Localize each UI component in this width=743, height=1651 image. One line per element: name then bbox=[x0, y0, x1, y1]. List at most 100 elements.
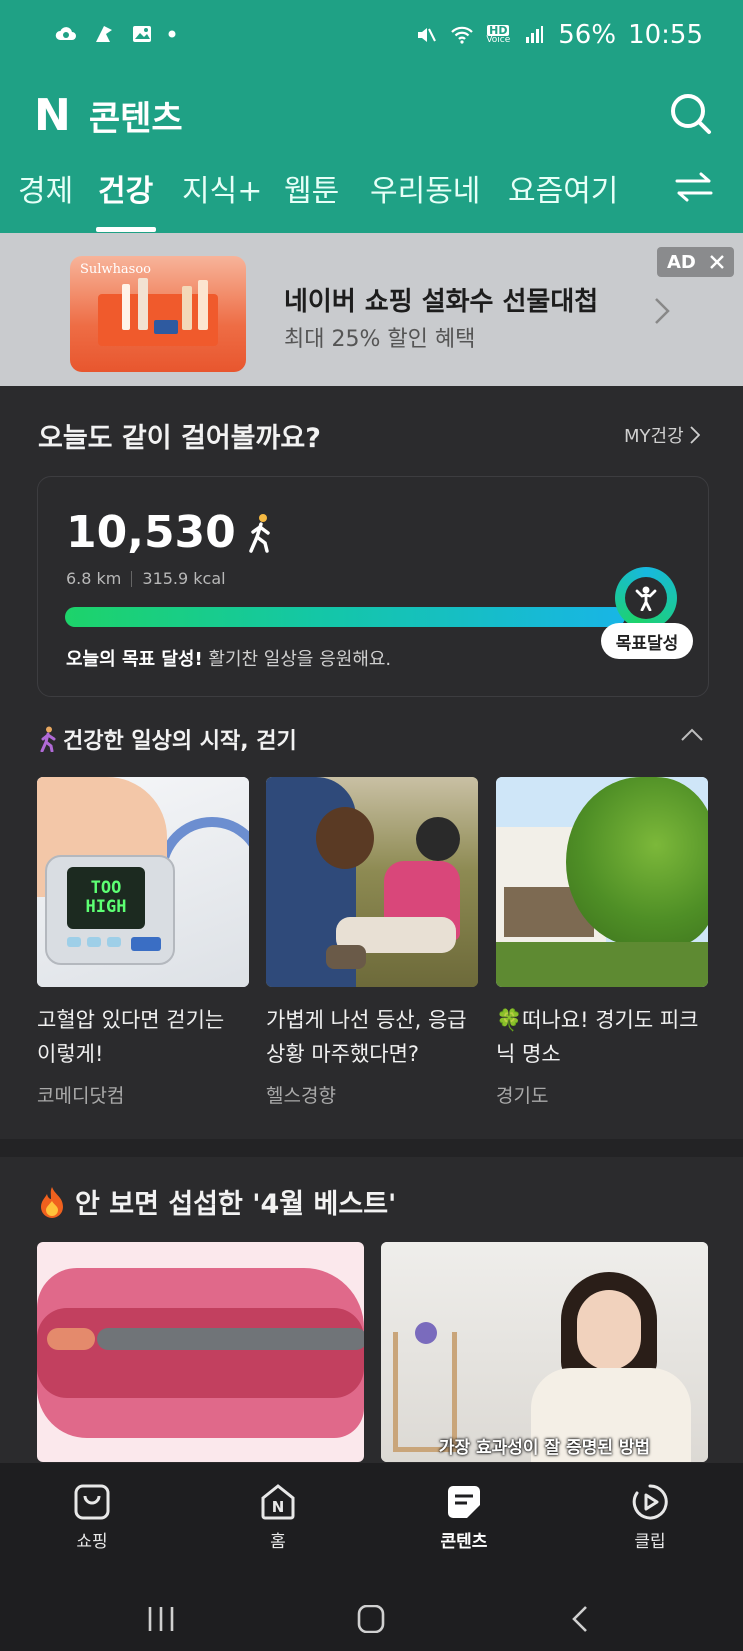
article-title[interactable]: 가볍게 나선 등산, 응급상황 마주했다면? bbox=[266, 1003, 478, 1071]
bottle-shape bbox=[198, 280, 208, 330]
wifi-icon bbox=[451, 26, 474, 44]
monitor-start-button-shape bbox=[131, 937, 161, 951]
nav-clip-label: 클립 bbox=[634, 1532, 666, 1552]
ad-subtitle[interactable]: 최대 25% 할인 혜택 bbox=[284, 321, 475, 353]
tab-health[interactable]: 건강 bbox=[98, 166, 153, 210]
chevron-up-icon[interactable] bbox=[680, 728, 704, 742]
voice-label: Voice bbox=[486, 35, 511, 45]
tab-knowledge[interactable]: 지식+ bbox=[182, 166, 262, 210]
tab-edit-swap-icon[interactable] bbox=[675, 172, 713, 202]
recent-apps-icon[interactable] bbox=[146, 1605, 176, 1633]
article-thumbnail[interactable] bbox=[496, 777, 708, 987]
article-card[interactable]: 🍀떠나요! 경기도 피크닉 명소 경기도 bbox=[496, 777, 708, 1108]
step-counter-card[interactable]: 10,530 6.8 km 315.9 kcal 목표달성 오늘의 목표 달성!… bbox=[37, 476, 709, 697]
home-button-icon[interactable] bbox=[356, 1605, 386, 1633]
ad-product-image[interactable]: Sulwhasoo bbox=[70, 256, 246, 372]
status-right-icons: HD Voice 56% 10:55 bbox=[414, 20, 703, 50]
presenter-face-shape bbox=[577, 1290, 641, 1370]
contents-icon bbox=[448, 1486, 480, 1518]
ad-brand-logo: Sulwhasoo bbox=[80, 262, 152, 277]
bottle-shape bbox=[122, 284, 130, 330]
monitor-button-shape bbox=[67, 937, 81, 947]
nav-contents-label: 콘텐츠 bbox=[440, 1532, 488, 1552]
status-bar: HD Voice 56% 10:55 bbox=[0, 0, 743, 74]
nav-contents[interactable]: 콘텐츠 bbox=[419, 1483, 509, 1552]
cheer-bold: 오늘의 목표 달성! bbox=[66, 649, 203, 670]
search-icon[interactable] bbox=[667, 90, 715, 138]
polyp-shape bbox=[47, 1328, 95, 1350]
gallery-icon bbox=[133, 26, 151, 42]
ad-banner[interactable]: Sulwhasoo 네이버 쇼핑 설화수 선물대첩 최대 25% 할인 혜택 A… bbox=[0, 233, 743, 386]
article-source: 경기도 bbox=[496, 1085, 549, 1107]
chevron-right-icon[interactable] bbox=[654, 297, 670, 325]
close-icon[interactable] bbox=[708, 253, 726, 271]
article-thumbnail[interactable]: TOO HIGH bbox=[37, 777, 249, 987]
clip-play-icon bbox=[632, 1484, 668, 1520]
chevron-right-icon bbox=[690, 426, 700, 444]
article-title[interactable]: 고혈압 있다면 걷기는 이렇게! bbox=[37, 1003, 249, 1071]
article-card[interactable]: 가볍게 나선 등산, 응급상황 마주했다면? 헬스경향 bbox=[266, 777, 478, 1108]
bottom-navigation: 쇼핑 N 홈 콘텐츠 클립 bbox=[0, 1463, 743, 1651]
step-progress-bar bbox=[65, 607, 625, 627]
section-divider bbox=[0, 1139, 743, 1157]
naver-logo[interactable]: N bbox=[34, 90, 71, 141]
man-head-shape bbox=[316, 807, 374, 869]
my-health-label: MY건강 bbox=[624, 426, 684, 447]
best-video-card[interactable]: 가장 효과성이 잘 증명된 방법 bbox=[381, 1242, 708, 1462]
nav-home[interactable]: N 홈 bbox=[233, 1483, 323, 1552]
nav-shopping-label: 쇼핑 bbox=[76, 1532, 108, 1552]
walking-articles-header: 건강한 일상의 시작, 걷기 bbox=[37, 723, 297, 755]
video-caption: 가장 효과성이 잘 증명된 방법 bbox=[438, 1438, 651, 1458]
tab-trending[interactable]: 요즘여기 bbox=[508, 166, 618, 210]
my-health-link[interactable]: MY건강 bbox=[624, 422, 700, 448]
active-tab-indicator bbox=[96, 227, 156, 232]
intestine-inner-shape bbox=[37, 1308, 364, 1398]
goal-achieved-badge: 목표달성 bbox=[601, 623, 693, 659]
garden-shape bbox=[496, 942, 708, 987]
hd-voice-icon: HD Voice bbox=[486, 25, 510, 45]
nav-shopping[interactable]: 쇼핑 bbox=[47, 1483, 137, 1552]
tab-webtoon[interactable]: 웹툰 bbox=[284, 166, 339, 210]
walking-articles-title: 건강한 일상의 시작, 걷기 bbox=[63, 729, 297, 754]
nav-clip[interactable]: 클립 bbox=[605, 1483, 695, 1552]
monitor-button-shape bbox=[107, 937, 121, 947]
cheer-message: 오늘의 목표 달성! 활기찬 일상을 응원해요. bbox=[66, 645, 391, 671]
battery-percent: 56% bbox=[558, 20, 617, 50]
woman-head-shape bbox=[416, 817, 460, 861]
walking-woman-icon bbox=[40, 726, 56, 752]
app-notification-icon bbox=[96, 26, 112, 42]
ad-badge[interactable]: AD bbox=[657, 247, 734, 277]
step-progress-fill bbox=[65, 607, 625, 627]
ad-title[interactable]: 네이버 쇼핑 설화수 선물대첩 bbox=[284, 281, 598, 318]
tree-shape bbox=[566, 777, 708, 947]
article-source: 코메디닷컴 bbox=[37, 1085, 125, 1107]
monitor-screen: TOO HIGH bbox=[67, 867, 145, 929]
article-title[interactable]: 🍀떠나요! 경기도 피크닉 명소 bbox=[496, 1003, 708, 1071]
cheer-text: 활기찬 일상을 응원해요. bbox=[202, 649, 392, 670]
distance-value: 6.8 km bbox=[66, 569, 122, 588]
status-left-icons bbox=[54, 22, 176, 46]
article-thumbnail[interactable] bbox=[266, 777, 478, 987]
cheering-person-icon bbox=[635, 586, 657, 611]
title-row: N 콘텐츠 bbox=[34, 90, 183, 141]
bottle-shape bbox=[182, 286, 192, 330]
category-tabs: 경제 건강 지식+ 웹툰 우리동네 요즘여기 bbox=[0, 166, 743, 233]
monitor-text-line2: HIGH bbox=[85, 897, 127, 917]
best-section-header: 안 보면 섭섭한 '4월 베스트' bbox=[37, 1182, 396, 1221]
mute-icon bbox=[418, 28, 437, 42]
best-video-card[interactable] bbox=[37, 1242, 364, 1462]
article-card[interactable]: TOO HIGH 고혈압 있다면 걷기는 이렇게! 코메디닷컴 bbox=[37, 777, 249, 1108]
fire-icon bbox=[41, 1186, 63, 1218]
boot-shape bbox=[326, 945, 366, 969]
back-icon[interactable] bbox=[566, 1605, 596, 1633]
page-title: 콘텐츠 bbox=[88, 98, 183, 139]
signal-icon bbox=[526, 26, 544, 43]
plant-shape bbox=[415, 1322, 437, 1344]
walk-section-title: 오늘도 같이 걸어볼까요? bbox=[38, 423, 321, 454]
nav-home-label: 홈 bbox=[270, 1532, 286, 1552]
goal-ring bbox=[615, 567, 677, 629]
tab-economy[interactable]: 경제 bbox=[18, 166, 73, 210]
more-notifications-dot-icon bbox=[168, 30, 176, 38]
tab-neighborhood[interactable]: 우리동네 bbox=[370, 166, 480, 210]
bottle-shape bbox=[138, 278, 148, 330]
